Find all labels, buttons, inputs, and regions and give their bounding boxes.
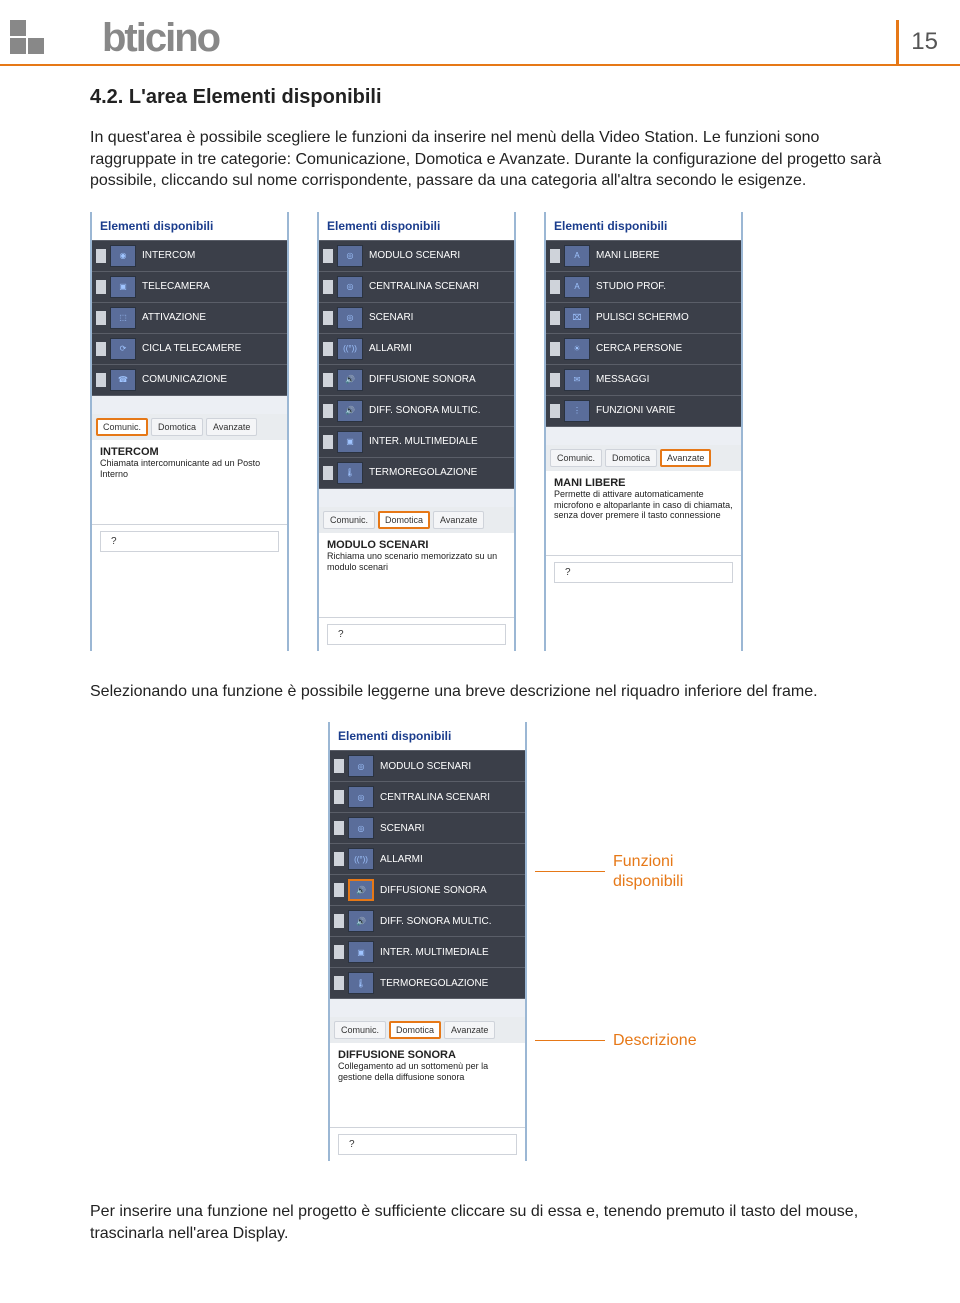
- list-item[interactable]: 🌡TERMOREGOLAZIONE: [319, 457, 514, 488]
- help-row: ?: [546, 555, 741, 589]
- list-item[interactable]: ▣INTER. MULTIMEDIALE: [330, 936, 525, 967]
- panel-header: Elementi disponibili: [546, 212, 741, 240]
- list-item[interactable]: ⬚ATTIVAZIONE: [92, 302, 287, 333]
- section-heading: 4.2. L'area Elementi disponibili: [90, 86, 910, 109]
- callout-descrizione: Descrizione: [535, 1031, 703, 1050]
- help-field[interactable]: ?: [327, 624, 506, 645]
- help-field[interactable]: ?: [338, 1134, 517, 1155]
- list-blank: [546, 426, 741, 445]
- callout-funzioni: Funzioni disponibili: [535, 852, 703, 890]
- panel-domotica: Elementi disponibili ◎MODULO SCENARI ◎CE…: [317, 212, 516, 651]
- callout-label: Descrizione: [613, 1031, 697, 1050]
- list-blank: [92, 395, 287, 414]
- panel-header: Elementi disponibili: [92, 212, 287, 240]
- list-blank: [319, 488, 514, 507]
- description-box: MODULO SCENARI Richiama uno scenario mem…: [319, 533, 514, 617]
- list-item[interactable]: ◉INTERCOM: [92, 240, 287, 271]
- panels-row-top: Elementi disponibili ◉INTERCOM ▣TELECAME…: [90, 212, 910, 651]
- tab-comunic[interactable]: Comunic.: [550, 449, 602, 467]
- list-item[interactable]: 🔊DIFF. SONORA MULTIC.: [330, 905, 525, 936]
- tab-avanzate[interactable]: Avanzate: [433, 511, 484, 529]
- help-field[interactable]: ?: [554, 562, 733, 583]
- list-item[interactable]: ((°))ALLARMI: [330, 843, 525, 874]
- page-number: 15: [896, 20, 950, 64]
- panel-header: Elementi disponibili: [319, 212, 514, 240]
- tab-row: Comunic. Domotica Avanzate: [546, 445, 741, 471]
- list-item[interactable]: 🔊DIFFUSIONE SONORA: [319, 364, 514, 395]
- divider: [0, 64, 960, 66]
- list-item[interactable]: ⟳CICLA TELECAMERE: [92, 333, 287, 364]
- list-item[interactable]: ((°))ALLARMI: [319, 333, 514, 364]
- list-item[interactable]: ⋮FUNZIONI VARIE: [546, 395, 741, 426]
- list-item[interactable]: ☎COMUNICAZIONE: [92, 364, 287, 395]
- tab-row: Comunic. Domotica Avanzate: [330, 1017, 525, 1043]
- list-item[interactable]: ☀CERCA PERSONE: [546, 333, 741, 364]
- tab-row: Comunic. Domotica Avanzate: [92, 414, 287, 440]
- brand-logo: bticino: [0, 0, 960, 54]
- help-row: ?: [330, 1127, 525, 1161]
- list-item[interactable]: ASTUDIO PROF.: [546, 271, 741, 302]
- list-item[interactable]: ◎SCENARI: [330, 812, 525, 843]
- brand-name: bticino: [102, 22, 219, 54]
- list-blank: [330, 998, 525, 1017]
- list-item[interactable]: ✉MESSAGGI: [546, 364, 741, 395]
- help-field[interactable]: ?: [100, 531, 279, 552]
- intro-paragraph: In quest'area è possibile scegliere le f…: [90, 127, 910, 192]
- panel-avanzate: Elementi disponibili AMANI LIBERE ASTUDI…: [544, 212, 743, 651]
- tab-avanzate[interactable]: Avanzate: [660, 449, 711, 467]
- help-row: ?: [92, 524, 287, 558]
- panel-header: Elementi disponibili: [330, 722, 525, 750]
- tab-domotica[interactable]: Domotica: [605, 449, 657, 467]
- list-item[interactable]: ◎SCENARI: [319, 302, 514, 333]
- list-item[interactable]: ⌧PULISCI SCHERMO: [546, 302, 741, 333]
- help-row: ?: [319, 617, 514, 651]
- tab-avanzate[interactable]: Avanzate: [206, 418, 257, 436]
- logo-graphic: [10, 20, 98, 54]
- description-box: INTERCOM Chiamata intercomunicante ad un…: [92, 440, 287, 524]
- tab-comunic[interactable]: Comunic.: [334, 1021, 386, 1039]
- paragraph-2: Selezionando una funzione è possibile le…: [90, 681, 910, 703]
- list-item[interactable]: 🔊DIFFUSIONE SONORA: [330, 874, 525, 905]
- tab-domotica[interactable]: Domotica: [378, 511, 430, 529]
- list-item[interactable]: ◎MODULO SCENARI: [319, 240, 514, 271]
- tab-avanzate[interactable]: Avanzate: [444, 1021, 495, 1039]
- tab-comunic[interactable]: Comunic.: [323, 511, 375, 529]
- callout-line: [535, 871, 605, 872]
- callout-label: Funzioni disponibili: [613, 852, 703, 890]
- tab-comunic[interactable]: Comunic.: [96, 418, 148, 436]
- tab-domotica[interactable]: Domotica: [389, 1021, 441, 1039]
- list-item[interactable]: ◎MODULO SCENARI: [330, 750, 525, 781]
- panel-domotica-detail: Elementi disponibili ◎MODULO SCENARI ◎CE…: [328, 722, 527, 1161]
- lower-figure: Elementi disponibili ◎MODULO SCENARI ◎CE…: [90, 722, 910, 1161]
- list-item[interactable]: ◎CENTRALINA SCENARI: [319, 271, 514, 302]
- panel-comunic: Elementi disponibili ◉INTERCOM ▣TELECAME…: [90, 212, 289, 651]
- tab-domotica[interactable]: Domotica: [151, 418, 203, 436]
- tab-row: Comunic. Domotica Avanzate: [319, 507, 514, 533]
- list-item[interactable]: ▣TELECAMERA: [92, 271, 287, 302]
- description-box: DIFFUSIONE SONORA Collegamento ad un sot…: [330, 1043, 525, 1127]
- paragraph-3: Per inserire una funzione nel progetto è…: [90, 1201, 910, 1244]
- list-item[interactable]: ▣INTER. MULTIMEDIALE: [319, 426, 514, 457]
- list-item[interactable]: AMANI LIBERE: [546, 240, 741, 271]
- list-item[interactable]: 🌡TERMOREGOLAZIONE: [330, 967, 525, 998]
- list-item[interactable]: 🔊DIFF. SONORA MULTIC.: [319, 395, 514, 426]
- description-box: MANI LIBERE Permette di attivare automat…: [546, 471, 741, 555]
- callout-line: [535, 1040, 605, 1041]
- list-item[interactable]: ◎CENTRALINA SCENARI: [330, 781, 525, 812]
